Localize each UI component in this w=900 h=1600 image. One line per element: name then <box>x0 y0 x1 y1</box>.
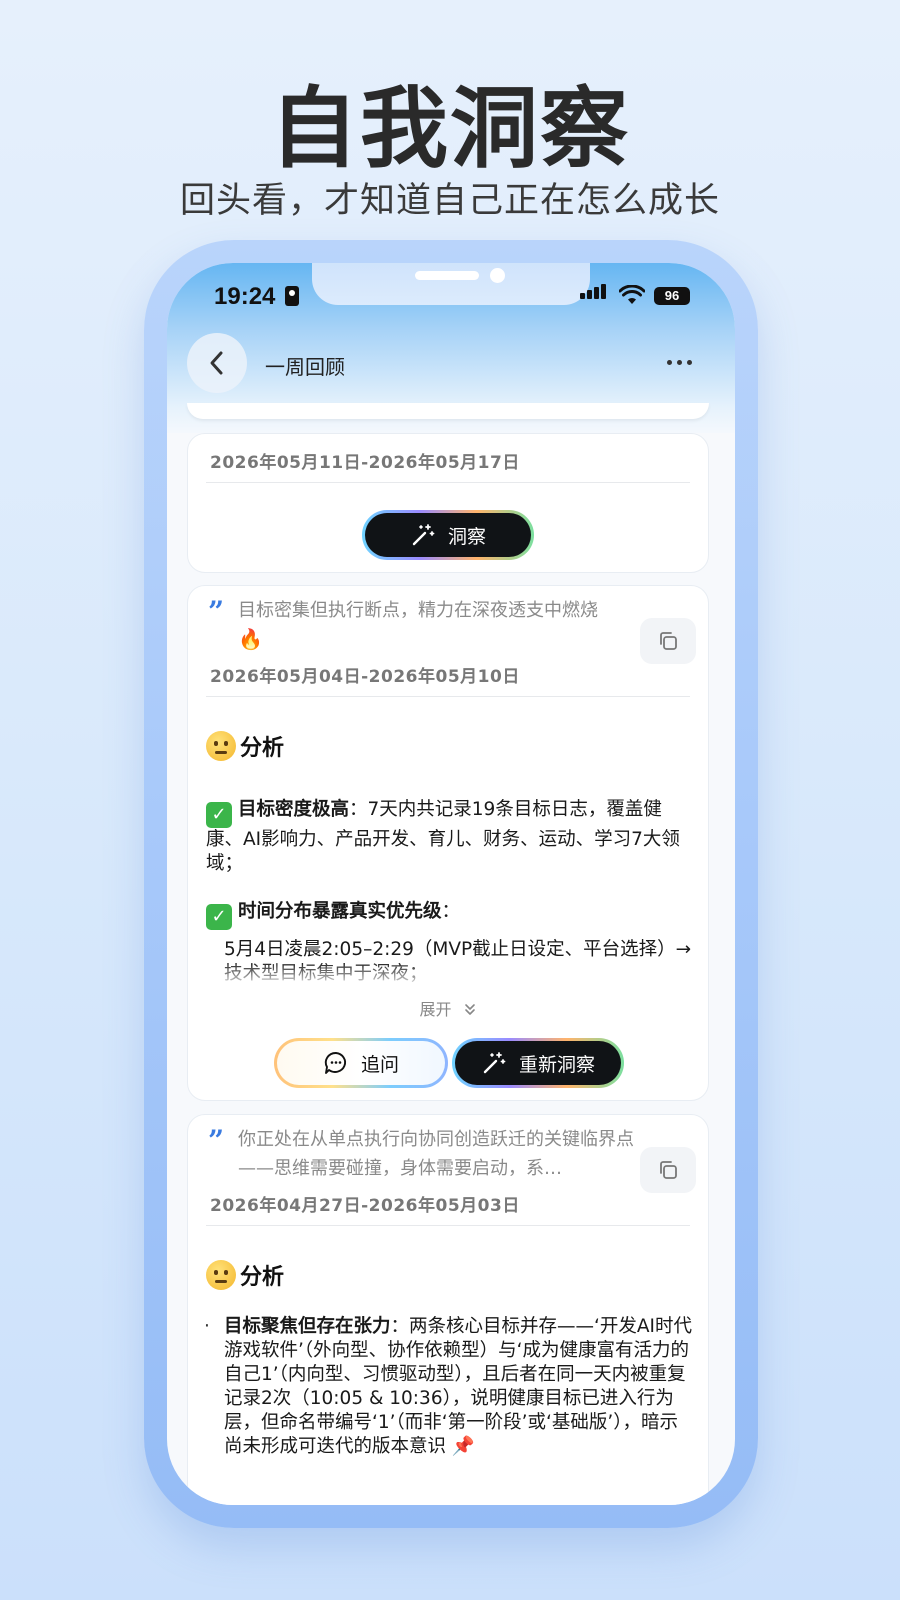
analysis-heading: 分析 <box>206 1259 284 1291</box>
copy-button[interactable] <box>640 1147 696 1193</box>
card-date-range: 2026年05月11日-2026年05月17日 <box>210 453 520 473</box>
thinking-face-icon <box>206 731 236 761</box>
list-item-title: 目标聚焦但存在张力 <box>224 1316 391 1337</box>
divider <box>206 696 690 697</box>
insight-button-label: 洞察 <box>447 525 486 548</box>
back-button[interactable] <box>187 333 247 393</box>
check-icon: ✓ <box>206 904 232 930</box>
analysis-heading-label: 分析 <box>240 1265 285 1290</box>
notch-bar <box>415 271 479 280</box>
dynamic-island <box>312 263 590 305</box>
copy-button[interactable] <box>640 618 696 664</box>
point-title: 目标密度极高 <box>238 799 350 820</box>
list-item: · 目标聚焦但存在张力：两条核心目标并存——‘开发AI时代游戏软件’（外向型、协… <box>204 1315 694 1459</box>
magic-wand-icon <box>483 1052 506 1074</box>
notch-dot <box>490 268 505 283</box>
copy-icon <box>660 1161 677 1179</box>
wifi-icon <box>619 285 645 304</box>
week-card-0427: ” 你正处在从单点执行向协同创造跃迁的关键临界点——思维需要碰撞，身体需要启动，… <box>187 1114 709 1505</box>
analysis-point-1: ✓ 目标密度极高：7天内共记录19条目标日志，覆盖健康、AI影响力、产品开发、育儿… <box>206 798 696 876</box>
card-date-range: 2026年04月27日-2026年05月03日 <box>210 1196 520 1216</box>
reinsight-button-label: 重新洞察 <box>518 1053 595 1076</box>
phone-screen: 19:24 96 一周回顾 2026年05月11日-2026年05月17日 洞察… <box>167 263 735 1505</box>
divider <box>206 1225 690 1226</box>
week-card-current: 2026年05月11日-2026年05月17日 洞察 <box>187 433 709 573</box>
battery-indicator: 96 <box>654 287 690 305</box>
expand-toggle[interactable]: 展开 <box>188 996 708 1020</box>
chevron-left-icon <box>210 351 223 375</box>
more-dots-icon[interactable] <box>667 360 692 365</box>
list-item-text: ：两条核心目标并存——‘开发AI时代游戏软件’（外向型、协作依赖型）与‘成为健康… <box>224 1316 693 1457</box>
analysis-point-2: ✓ 时间分布暴露真实优先级： <box>206 900 696 930</box>
insight-button[interactable]: 洞察 <box>362 510 534 560</box>
analysis-heading-label: 分析 <box>240 736 285 761</box>
ask-button-label: 追问 <box>360 1053 399 1076</box>
thinking-face-icon <box>206 1260 236 1290</box>
divider <box>206 482 690 483</box>
bullet-dot: · <box>204 1316 210 1337</box>
hero-title: 自我洞察 <box>269 77 630 180</box>
person-icon <box>285 286 299 306</box>
card-quote: 你正处在从单点执行向协同创造跃迁的关键临界点——思维需要碰撞，身体需要启动，系… <box>238 1125 638 1183</box>
ask-button[interactable]: 追问 <box>274 1038 448 1088</box>
quote-icon: ” <box>208 1124 225 1157</box>
quote-icon: ” <box>208 595 225 628</box>
hero-subtitle: 回头看，才知道自己正在怎么成长 <box>179 181 720 221</box>
chat-bubble-icon <box>324 1052 347 1074</box>
fire-icon: 🔥 <box>238 627 263 651</box>
copy-icon <box>660 632 677 650</box>
chevron-double-down-icon <box>464 1004 475 1015</box>
card-quote-text: 目标密集但执行断点，精力在深夜透支中燃烧 <box>238 600 598 621</box>
week-card-0504: ” 目标密集但执行断点，精力在深夜透支中燃烧 🔥 2026年05月04日-202… <box>187 585 709 1101</box>
previous-card-edge <box>187 403 709 419</box>
point-title: 时间分布暴露真实优先级 <box>238 901 442 922</box>
nav-title: 一周回顾 <box>265 355 345 379</box>
expand-label: 展开 <box>419 1000 452 1019</box>
point-text: ： <box>441 901 461 922</box>
reinsight-button[interactable]: 重新洞察 <box>452 1038 624 1088</box>
status-time: 19:24 <box>214 283 276 310</box>
card-quote: 目标密集但执行断点，精力在深夜透支中燃烧 🔥 <box>238 596 638 654</box>
analysis-heading: 分析 <box>206 730 284 762</box>
magic-wand-icon <box>412 524 435 546</box>
check-icon: ✓ <box>206 802 232 828</box>
card-quote-text: 你正处在从单点执行向协同创造跃迁的关键临界点——思维需要碰撞，身体需要启动，系… <box>238 1129 634 1179</box>
content-fade <box>188 962 708 988</box>
card-date-range: 2026年05月04日-2026年05月10日 <box>210 667 520 687</box>
